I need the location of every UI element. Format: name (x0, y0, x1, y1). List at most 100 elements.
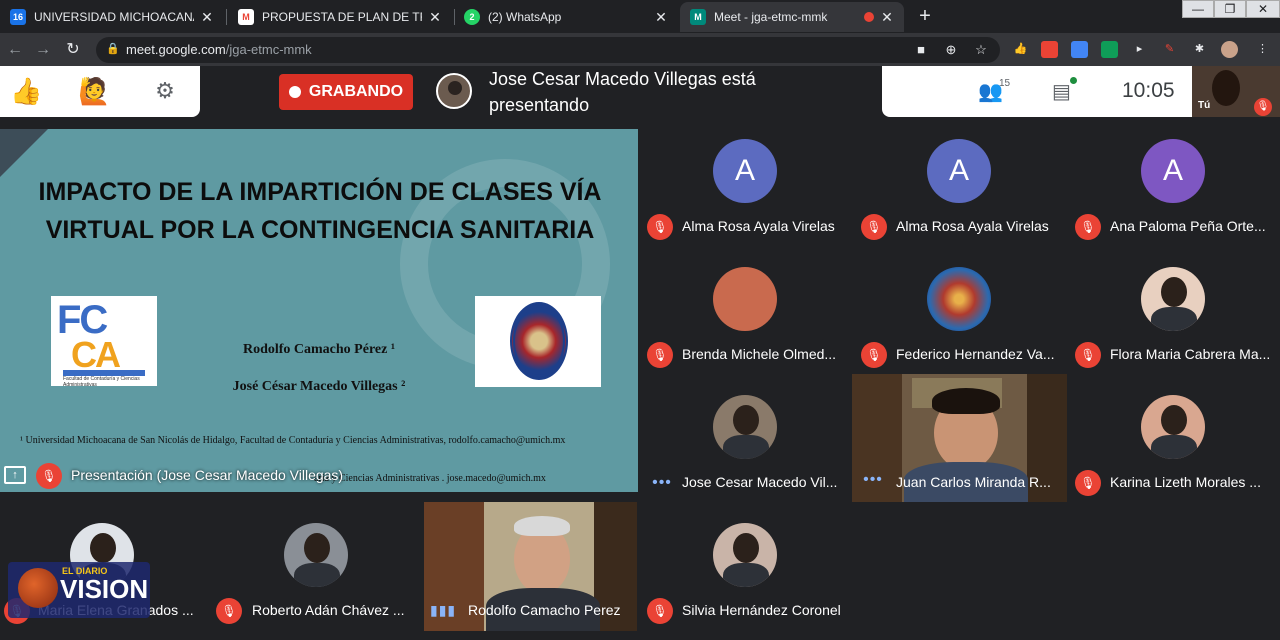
self-view-tile[interactable]: Tú 🎙 (1192, 66, 1280, 117)
participant-tile[interactable]: A 🎙 Ana Paloma Peña Orte... (1067, 130, 1280, 256)
fullscreen-icon[interactable]: ↑ (4, 466, 26, 484)
slide-author-1: Rodolfo Camacho Pérez ¹ (242, 342, 396, 357)
url-host: meet.google.com (126, 42, 226, 57)
avatar (1141, 395, 1205, 459)
avatar (284, 523, 348, 587)
presentation-footer: ↑ 🎙 Presentación (Jose Cesar Macedo Vill… (0, 463, 638, 492)
mic-off-icon: 🎙 (1075, 342, 1101, 368)
url-input[interactable]: 🔒 meet.google.com/jga-etmc-mmk ■ ⊕ ☆ (96, 37, 1000, 63)
watermark-ball-icon (18, 568, 58, 608)
sheets-extension-icon[interactable] (1101, 41, 1118, 58)
gmail-icon: M (238, 9, 254, 25)
record-dot-icon (288, 86, 301, 98)
participant-name: Roberto Adán Chávez ... (252, 602, 405, 618)
zoom-icon[interactable]: ⊕ (942, 41, 960, 59)
participant-video-tile[interactable]: ▮▮▮ Rodolfo Camacho Perez (424, 502, 637, 631)
participant-tile[interactable]: 🎙 Flora Maria Cabrera Ma... (1067, 258, 1280, 384)
tab-label: (2) WhatsApp (488, 10, 562, 24)
new-tab-button[interactable]: + (913, 5, 937, 29)
slide-affiliation-1: ¹ Universidad Michoacana de San Nicolás … (20, 435, 566, 446)
participant-tile[interactable]: 🎙 Silvia Hernández Coronel (639, 514, 853, 640)
avatar (927, 267, 991, 331)
maximize-button[interactable]: ❐ (1214, 0, 1246, 18)
close-icon[interactable]: ✕ (428, 9, 442, 26)
participant-name: Jose Cesar Macedo Vil... (682, 474, 838, 490)
avatar (713, 395, 777, 459)
clock: 10:05 (1122, 79, 1175, 102)
reload-icon[interactable]: ↻ (62, 39, 84, 61)
shield-extension-icon[interactable] (1041, 41, 1058, 58)
slide-title: IMPACTO DE LA IMPARTICIÓN DE CLASES VÍA … (38, 178, 602, 244)
meeting-info-panel: 👥 15 ▤ 10:05 (882, 66, 1192, 117)
thumbs-up-extension-icon[interactable]: 👍 (1012, 41, 1029, 58)
recording-button[interactable]: GRABANDO (279, 74, 413, 110)
star-icon[interactable]: ☆ (972, 41, 990, 59)
participant-tile[interactable]: 🎙 Brenda Michele Olmed... (639, 258, 853, 384)
mic-off-icon: 🎙 (861, 342, 887, 368)
self-video (1212, 70, 1240, 106)
reactions-panel: 👍 🙋 ⚙ (0, 66, 200, 117)
puzzle-icon[interactable]: ✱ (1191, 41, 1208, 58)
pen-extension-icon[interactable]: ✎ (1161, 41, 1178, 58)
tab-divider (226, 9, 227, 25)
audio-level-icon: ▮▮▮ (430, 602, 457, 618)
tab-universidad[interactable]: 16 UNIVERSIDAD MICHOACANA DE ✕ (0, 2, 224, 32)
chat-icon[interactable]: ▤ (1052, 79, 1071, 104)
menu-icon[interactable]: ⋮ (1254, 41, 1271, 58)
minimize-button[interactable]: — (1182, 0, 1214, 18)
presentation-tile[interactable]: IMPACTO DE LA IMPARTICIÓN DE CLASES VÍA … (0, 129, 638, 492)
docs-extension-icon[interactable] (1071, 41, 1088, 58)
participant-name: Silvia Hernández Coronel (682, 602, 841, 618)
whatsapp-icon: 2 (464, 9, 480, 25)
participant-tile[interactable]: A 🎙 Alma Rosa Ayala Virelas (639, 130, 853, 256)
recording-indicator-icon (864, 12, 874, 22)
participant-tile[interactable]: ••• Jose Cesar Macedo Vil... (639, 386, 853, 512)
mic-off-icon: 🎙 (216, 598, 242, 624)
url-text: meet.google.com/jga-etmc-mmk (126, 42, 312, 57)
avatar (713, 267, 777, 331)
speaking-dots-icon: ••• (863, 471, 883, 488)
participant-name: Ana Paloma Peña Orte... (1110, 218, 1266, 234)
avatar (713, 523, 777, 587)
video-hair (932, 388, 1000, 414)
participant-name: Alma Rosa Ayala Virelas (896, 218, 1049, 234)
gear-icon[interactable]: ⚙ (153, 79, 177, 103)
slide-corner-decoration (0, 129, 48, 177)
mic-off-icon: 🎙 (36, 463, 62, 489)
tab-whatsapp[interactable]: 2 (2) WhatsApp ✕ (454, 2, 678, 32)
close-icon[interactable]: ✕ (654, 9, 668, 26)
participants-count: 15 (999, 78, 1011, 89)
avatar (1141, 267, 1205, 331)
seal-shield-icon (510, 302, 568, 380)
participant-tile[interactable]: 🎙 Federico Hernandez Va... (853, 258, 1067, 384)
close-window-button[interactable]: ✕ (1246, 0, 1280, 18)
mic-off-icon: 🎙 (647, 342, 673, 368)
mic-off-icon: 🎙 (647, 598, 673, 624)
recording-label: GRABANDO (308, 83, 404, 100)
url-path: /jga-etmc-mmk (225, 42, 312, 57)
profile-avatar[interactable] (1221, 41, 1238, 58)
mic-off-icon: 🎙 (647, 214, 673, 240)
avatar: A (1141, 139, 1205, 203)
self-label: Tú (1198, 100, 1211, 111)
close-icon[interactable]: ✕ (200, 9, 214, 26)
avatar: A (713, 139, 777, 203)
participant-name: Rodolfo Camacho Perez (468, 602, 621, 618)
tab-meet[interactable]: M Meet - jga-etmc-mmk ✕ (680, 2, 904, 32)
close-icon[interactable]: ✕ (880, 9, 894, 26)
camera-icon[interactable]: ■ (912, 41, 930, 59)
thumbs-up-icon[interactable]: 👍 (10, 76, 42, 106)
participant-video-tile[interactable]: ••• Juan Carlos Miranda R... (852, 374, 1067, 502)
raise-hand-icon[interactable]: 🙋 (78, 76, 110, 106)
participant-tile[interactable]: A 🎙 Alma Rosa Ayala Virelas (853, 130, 1067, 256)
participant-name: Brenda Michele Olmed... (682, 346, 837, 362)
tab-propuesta[interactable]: M PROPUESTA DE PLAN DE TRABAJ ✕ (228, 2, 452, 32)
forward-icon[interactable]: → (32, 39, 54, 61)
participant-tile[interactable]: 🎙 Roberto Adán Chávez ... (212, 514, 426, 640)
speaking-dots-icon: ••• (652, 474, 672, 491)
back-icon[interactable]: ← (4, 39, 26, 61)
participant-tile[interactable]: 🎙 Karina Lizeth Morales ... (1067, 386, 1280, 512)
mic-off-icon: 🎙 (861, 214, 887, 240)
participant-name: Karina Lizeth Morales ... (1110, 474, 1261, 490)
cursor-extension-icon[interactable]: ▸ (1131, 41, 1148, 58)
